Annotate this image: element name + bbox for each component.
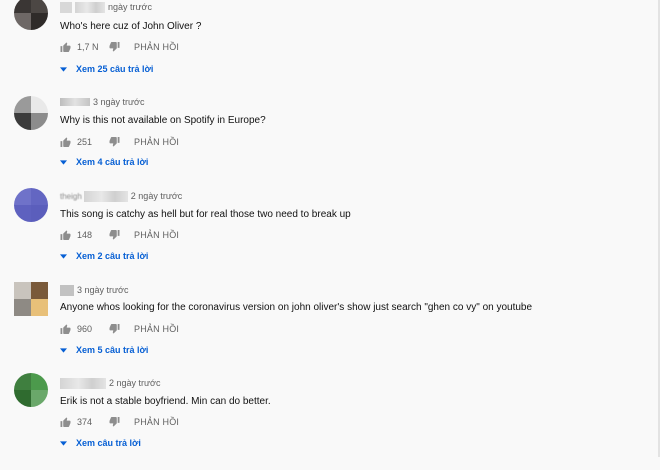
thumbs-up-icon[interactable] [60, 324, 71, 334]
comment-actions: 148 PHẢN HỒI [60, 228, 179, 242]
avatar-pixel [31, 13, 48, 30]
thumbs-down-icon[interactable] [109, 42, 120, 52]
thumbs-up-icon[interactable] [60, 417, 71, 427]
avatar-pixel [31, 188, 48, 205]
avatar-pixel [14, 188, 31, 205]
like-count: 251 [77, 137, 93, 147]
avatar-pixel [14, 96, 31, 113]
avatar-pixel [31, 113, 48, 130]
view-replies-button[interactable]: Xem 4 câu trả lời [60, 155, 148, 169]
caret-down-icon [60, 347, 67, 353]
comment-actions: 374 PHẢN HỒI [60, 415, 179, 429]
comment-thread: ngày trước Who's here cuz of John Oliver… [0, 0, 655, 94]
caret-down-icon [60, 253, 67, 259]
reply-button[interactable]: PHẢN HỒI [134, 42, 179, 52]
comment-thread: 3 ngày trước Anyone whos looking for the… [0, 282, 655, 376]
comment-header: 2 ngày trước [60, 376, 160, 390]
author-name-redacted[interactable] [60, 377, 106, 389]
avatar-pixel [14, 299, 31, 316]
view-replies-label: Xem 2 câu trả lời [76, 251, 149, 261]
author-handle[interactable]: theigh [60, 192, 82, 201]
avatar-pixel [31, 282, 48, 299]
thumbs-down-icon[interactable] [109, 324, 120, 334]
avatar-pixel [14, 282, 31, 299]
view-replies-label: Xem 5 câu trả lời [76, 345, 149, 355]
author-name-redacted[interactable] [60, 284, 74, 296]
comment-text: Why is this not available on Spotify in … [60, 115, 266, 126]
avatar[interactable] [14, 188, 48, 222]
avatar-pixel [31, 373, 48, 390]
reply-button[interactable]: PHẢN HỒI [134, 324, 179, 334]
thumbs-down-icon[interactable] [109, 230, 120, 240]
comment-text: Who's here cuz of John Oliver ? [60, 21, 202, 32]
comment-time[interactable]: ngày trước [108, 2, 152, 12]
thumbs-up-icon[interactable] [60, 137, 71, 147]
author-name-redacted[interactable] [83, 190, 128, 202]
author-name-redacted[interactable] [60, 1, 72, 13]
view-replies-button[interactable]: Xem 25 câu trả lời [60, 62, 153, 76]
comment-text: Erik is not a stable boyfriend. Min can … [60, 396, 271, 407]
comment-header: 3 ngày trước [60, 283, 128, 297]
avatar-pixel [14, 390, 31, 407]
view-replies-label: Xem 25 câu trả lời [76, 64, 154, 74]
caret-down-icon [60, 66, 67, 72]
comment-thread: theigh 2 ngày trước This song is catchy … [0, 188, 655, 282]
comment-actions: 251 PHẢN HỒI [60, 135, 179, 149]
reply-button[interactable]: PHẢN HỒI [134, 137, 179, 147]
comment-time[interactable]: 2 ngày trước [131, 191, 182, 201]
author-name-redacted[interactable] [75, 1, 105, 13]
caret-down-icon [60, 440, 67, 446]
avatar-pixel [31, 205, 48, 222]
like-count: 1,7 N [77, 42, 99, 52]
comment-text: Anyone whos looking for the coronavirus … [60, 302, 533, 313]
comment-header: theigh 2 ngày trước [60, 189, 182, 203]
thumbs-down-icon[interactable] [109, 417, 120, 427]
comment-time[interactable]: 3 ngày trước [93, 97, 144, 107]
avatar[interactable] [14, 282, 48, 316]
avatar-pixel [14, 13, 31, 30]
like-count: 148 [77, 230, 93, 240]
caret-down-icon [60, 159, 67, 165]
avatar-pixel [14, 0, 31, 13]
avatar-pixel [14, 373, 31, 390]
reply-button[interactable]: PHẢN HỒI [134, 417, 179, 427]
comment-actions: 1,7 N PHẢN HỒI [60, 40, 179, 54]
comment-thread: 3 ngày trước Why is this not available o… [0, 94, 655, 188]
comment-time[interactable]: 2 ngày trước [109, 378, 160, 388]
view-replies-button[interactable]: Xem 2 câu trả lời [60, 249, 148, 263]
view-replies-label: Xem câu trả lời [76, 438, 141, 448]
comment-time[interactable]: 3 ngày trước [77, 285, 128, 295]
comment-thread: 2 ngày trước Erik is not a stable boyfri… [0, 373, 655, 470]
thumbs-up-icon[interactable] [60, 230, 71, 240]
avatar-pixel [31, 299, 48, 316]
author-name-redacted[interactable] [60, 98, 90, 106]
thumbs-up-icon[interactable] [60, 42, 71, 52]
comment-header: 3 ngày trước [60, 95, 144, 109]
avatar[interactable] [14, 96, 48, 130]
view-replies-label: Xem 4 câu trả lời [76, 157, 149, 167]
comment-actions: 960 PHẢN HỒI [60, 322, 179, 336]
avatar[interactable] [14, 0, 48, 30]
avatar-pixel [14, 113, 31, 130]
avatar-pixel [31, 0, 48, 13]
avatar-pixel [14, 205, 31, 222]
avatar-pixel [31, 390, 48, 407]
reply-button[interactable]: PHẢN HỒI [134, 230, 179, 240]
like-count: 960 [77, 324, 93, 334]
view-replies-button[interactable]: Xem 5 câu trả lời [60, 343, 148, 357]
view-replies-button[interactable]: Xem câu trả lời [60, 436, 141, 450]
thumbs-down-icon[interactable] [109, 137, 120, 147]
like-count: 374 [77, 417, 93, 427]
avatar-pixel [31, 96, 48, 113]
avatar[interactable] [14, 373, 48, 407]
comment-text: This song is catchy as hell but for real… [60, 209, 351, 220]
comment-header: ngày trước [60, 0, 152, 14]
